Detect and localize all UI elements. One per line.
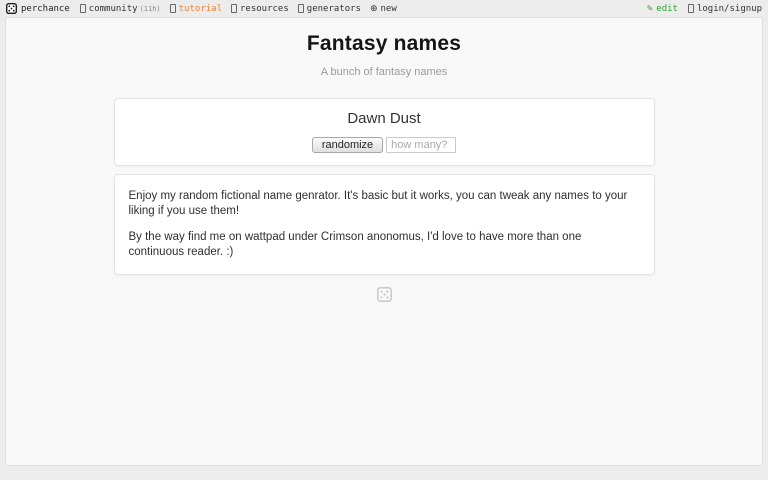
user-icon [687,4,694,13]
plus-circle-icon: ⊕ [369,3,378,14]
pencil-icon: ✎ [646,4,654,13]
community-icon [79,4,86,13]
navbar-right: ✎ edit login/signup [647,4,762,14]
community-time-badge: (11h) [139,4,161,13]
edit-label: edit [656,3,678,14]
main-content-card: Fantasy names A bunch of fantasy names D… [5,17,763,466]
nav-item-community[interactable]: community (11h) [79,3,161,14]
page-subtitle: A bunch of fantasy names [320,66,448,78]
page-title: Fantasy names [306,32,462,55]
dice-watermark-icon [376,286,392,302]
description-line-2: By the way find me on wattpad under Crim… [128,230,582,258]
community-label: community [88,3,138,14]
resources-icon [231,4,237,13]
perchance-logo[interactable]: perchance [6,3,70,14]
nav-item-tutorial[interactable]: tutorial [169,3,222,14]
generators-label: generators [306,3,361,14]
description-panel: Enjoy my random fictional name genrator.… [113,174,655,275]
nav-item-new[interactable]: ⊕ new [370,4,397,14]
edit-link[interactable]: ✎ edit [647,4,678,14]
nav-item-resources[interactable]: resources [231,4,289,14]
how-many-input[interactable] [386,137,457,153]
resources-label: resources [240,3,289,14]
new-label: new [380,3,397,14]
nav-item-generators[interactable]: generators [297,3,361,14]
randomize-button[interactable]: randomize [311,137,384,153]
tutorial-icon [169,4,176,13]
generated-name-text: Dawn Dust [347,110,421,127]
dice-logo-icon [6,3,21,14]
generators-icon [297,4,304,13]
generator-controls: randomize [115,137,654,153]
generator-output-panel: Dawn Dust randomize [113,98,655,166]
tutorial-label: tutorial [178,3,222,14]
top-navbar: perchance community (11h) tutorial resou… [0,0,768,17]
login-label: login/signup [696,3,762,14]
brand-label: perchance [21,3,70,14]
watermark-container [6,286,762,302]
description-line-1: Enjoy my random fictional name genrator.… [128,190,628,217]
login-signup-link[interactable]: login/signup [687,3,762,14]
